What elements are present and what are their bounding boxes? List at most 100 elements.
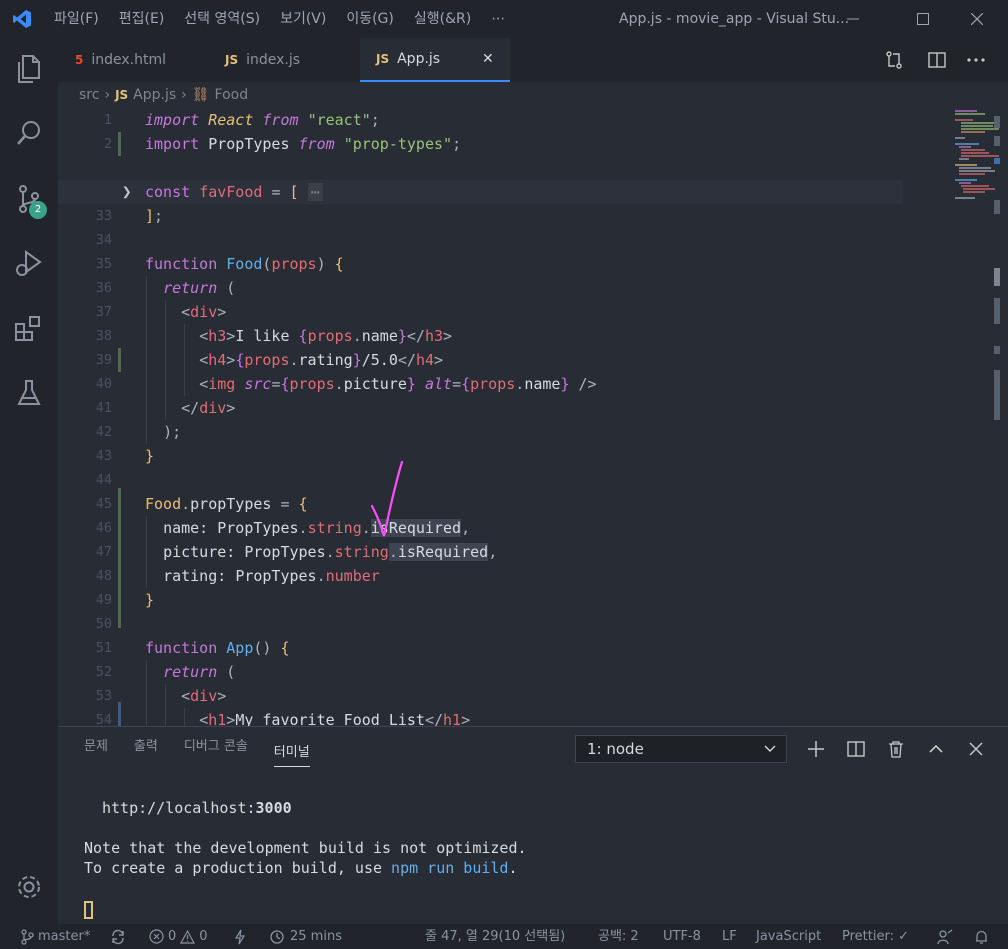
terminal-text: To create a production build, use	[84, 859, 392, 877]
encoding[interactable]: UTF-8	[663, 924, 701, 949]
code-line: <div>	[181, 303, 227, 321]
terminal-select[interactable]: 1: node	[575, 735, 787, 763]
menu-go[interactable]: 이동(G)	[336, 0, 404, 38]
code-line: picture: PropTypes.string.isRequired,	[163, 543, 498, 561]
code-line: <div>	[181, 687, 227, 705]
split-terminal-icon[interactable]	[842, 735, 870, 763]
scrollbar-marker	[994, 158, 1000, 164]
breadcrumb-folder[interactable]: src	[79, 87, 99, 103]
branch-name: master*	[38, 929, 91, 944]
code-line: ];	[145, 207, 164, 225]
extensions-icon[interactable]	[0, 300, 58, 358]
settings-gear-icon[interactable]	[0, 858, 58, 916]
branch-status[interactable]: master*	[20, 924, 90, 949]
code-line: name: PropTypes.string.isRequired,	[163, 519, 471, 537]
error-count: 0	[168, 929, 177, 944]
scrollbar-marker	[994, 116, 1000, 128]
tab-debug-console[interactable]: 디버그 콘솔	[184, 727, 248, 767]
new-terminal-icon[interactable]	[802, 735, 830, 763]
maximize-button[interactable]	[900, 0, 946, 38]
code-line: <h3>I like {props.name}</h3>	[199, 327, 453, 345]
title-bar: 파일(F) 편집(E) 선택 영역(S) 보기(V) 이동(G) 실행(&R) …	[0, 0, 1008, 38]
handwritten-check-annotation	[370, 460, 404, 537]
run-debug-icon[interactable]	[0, 234, 58, 292]
close-window-button[interactable]	[954, 0, 1000, 38]
vscode-logo-icon	[0, 0, 44, 38]
testing-flask-icon[interactable]	[0, 364, 58, 422]
editor-tab-bar: 5 index.html JS index.js JS App.js ✕	[58, 38, 1008, 82]
breadcrumb-symbol[interactable]: Food	[215, 87, 249, 103]
code-line: rating: PropTypes.number	[163, 567, 380, 585]
code-line: </div>	[181, 399, 236, 417]
time-tracking-status[interactable]: 25 mins	[269, 924, 342, 949]
problems-status[interactable]: 0 0	[149, 924, 208, 949]
menu-selection[interactable]: 선택 영역(S)	[174, 0, 270, 38]
scrollbar-marker	[994, 370, 1000, 420]
code-line: return (	[163, 663, 236, 681]
lightning-icon[interactable]	[234, 924, 246, 949]
terminal-command: npm run build	[391, 859, 509, 877]
line-ending[interactable]: LF	[722, 924, 737, 949]
bottom-panel: 문제 출력 디버그 콘솔 터미널 1: node http://localhos…	[58, 726, 1008, 924]
trash-icon[interactable]	[882, 735, 910, 763]
menu-run[interactable]: 실행(&R)	[404, 0, 481, 38]
minimap[interactable]	[955, 108, 1008, 726]
open-changes-icon[interactable]	[884, 38, 904, 82]
tab-label: index.js	[246, 52, 301, 68]
feedback-icon[interactable]	[936, 924, 954, 949]
warning-icon	[180, 929, 196, 944]
sync-icon[interactable]	[110, 924, 126, 949]
breadcrumb: src › JS App.js › ⛓ Food	[58, 82, 1008, 108]
history-clock-icon	[270, 929, 284, 944]
menu-edit[interactable]: 편집(E)	[109, 0, 175, 38]
code-line: function App() {	[145, 639, 290, 657]
scrollbar-marker	[994, 136, 1000, 146]
explorer-icon[interactable]	[0, 40, 58, 98]
tab-index-js[interactable]: JS index.js	[222, 38, 362, 82]
tab-close-icon[interactable]: ✕	[482, 51, 494, 67]
breadcrumb-sep: ›	[181, 87, 187, 103]
close-panel-icon[interactable]	[962, 735, 990, 763]
menu-view[interactable]: 보기(V)	[270, 0, 336, 38]
line-number: 44	[95, 472, 112, 488]
status-bar: master* 0 0 25 mins 줄 47, 열 29(10 선택됨) 공…	[0, 924, 1008, 949]
tab-problems[interactable]: 문제	[84, 727, 108, 767]
warning-count: 0	[199, 929, 208, 944]
code-line: Food.propTypes = {	[145, 495, 308, 513]
tab-terminal[interactable]: 터미널	[273, 739, 310, 767]
maximize-panel-icon[interactable]	[922, 735, 950, 763]
code-line: function Food(props) {	[145, 255, 344, 273]
minimize-button[interactable]	[830, 0, 876, 38]
code-editor[interactable]: 1243334353637383940414243444546474849505…	[58, 108, 1008, 726]
menu-file[interactable]: 파일(F)	[44, 0, 109, 38]
tab-label: App.js	[397, 51, 441, 67]
search-icon[interactable]	[0, 104, 58, 162]
line-number: 50	[95, 616, 112, 632]
fold-chevron-icon[interactable]: ❯	[122, 180, 132, 204]
breadcrumb-sep: ›	[104, 87, 111, 103]
breadcrumb-file[interactable]: App.js	[133, 87, 176, 103]
tab-index-html[interactable]: 5 index.html	[72, 38, 212, 82]
indent-spaces[interactable]: 공백: 2	[598, 924, 639, 949]
scm-badge: 2	[29, 201, 47, 219]
notification-bell-icon[interactable]	[974, 924, 989, 949]
source-control-icon[interactable]: 2	[0, 170, 58, 228]
chevron-down-icon	[764, 736, 776, 770]
code-line: <img src={props.picture} alt={props.name…	[199, 375, 597, 393]
scrollbar-thumb[interactable]	[994, 268, 1000, 286]
git-branch-icon	[21, 928, 34, 945]
symbol-icon: ⛓	[191, 87, 210, 103]
window-title: App.js - movie_app - Visual Stu...	[619, 11, 850, 27]
prettier-status[interactable]: Prettier: ✓	[842, 924, 909, 949]
cursor-position[interactable]: 줄 47, 열 29(10 선택됨)	[425, 924, 565, 949]
tab-app-js[interactable]: JS App.js ✕	[360, 38, 510, 82]
menu-more[interactable]: ⋯	[481, 0, 515, 38]
terminal-cursor[interactable]	[84, 901, 93, 919]
split-editor-icon[interactable]	[928, 38, 946, 82]
js-icon: JS	[115, 88, 129, 102]
more-actions-icon[interactable]	[966, 38, 986, 82]
tab-output[interactable]: 출력	[134, 727, 158, 767]
language-mode[interactable]: JavaScript	[756, 924, 821, 949]
time-value: 25 mins	[290, 929, 342, 944]
code-line: return (	[163, 279, 236, 297]
